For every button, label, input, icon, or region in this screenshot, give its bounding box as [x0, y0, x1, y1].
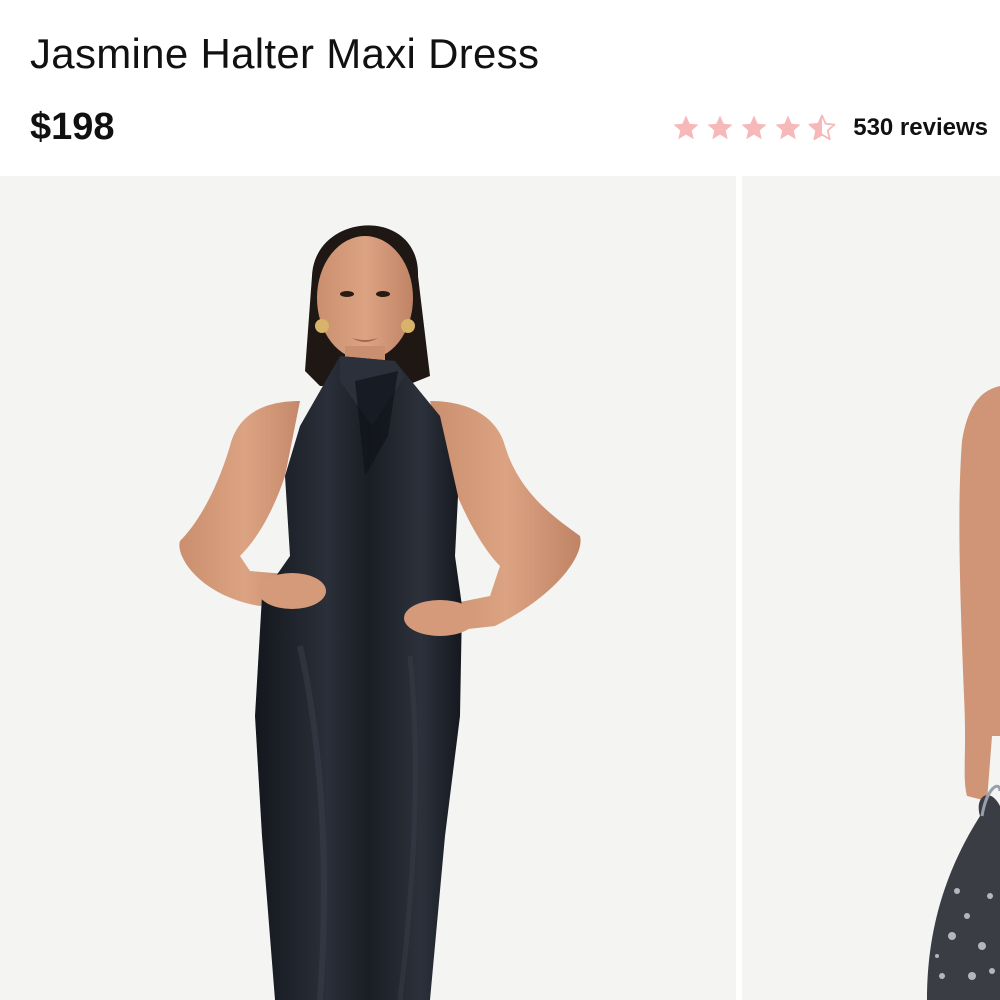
product-price: $198 — [30, 106, 115, 148]
star-full-icon — [741, 115, 767, 140]
dress-photo-illustration — [179, 225, 581, 1000]
star-full-icon — [673, 115, 699, 140]
star-rating — [671, 113, 841, 143]
product-gallery[interactable] — [0, 176, 1000, 1000]
rating-summary[interactable]: 530 reviews — [671, 108, 988, 148]
reviews-link[interactable]: 530 reviews — [853, 114, 988, 142]
product-header: Jasmine Halter Maxi Dress $198 530 revie… — [0, 0, 1000, 176]
model-side-photo[interactable] — [742, 176, 1000, 1000]
star-full-icon — [775, 115, 801, 140]
dress-photo-illustration — [927, 386, 1000, 1000]
model-front-photo[interactable] — [0, 176, 736, 1000]
star-full-icon — [707, 115, 733, 140]
product-title: Jasmine Halter Maxi Dress — [30, 30, 540, 77]
star-half-icon — [808, 114, 836, 141]
